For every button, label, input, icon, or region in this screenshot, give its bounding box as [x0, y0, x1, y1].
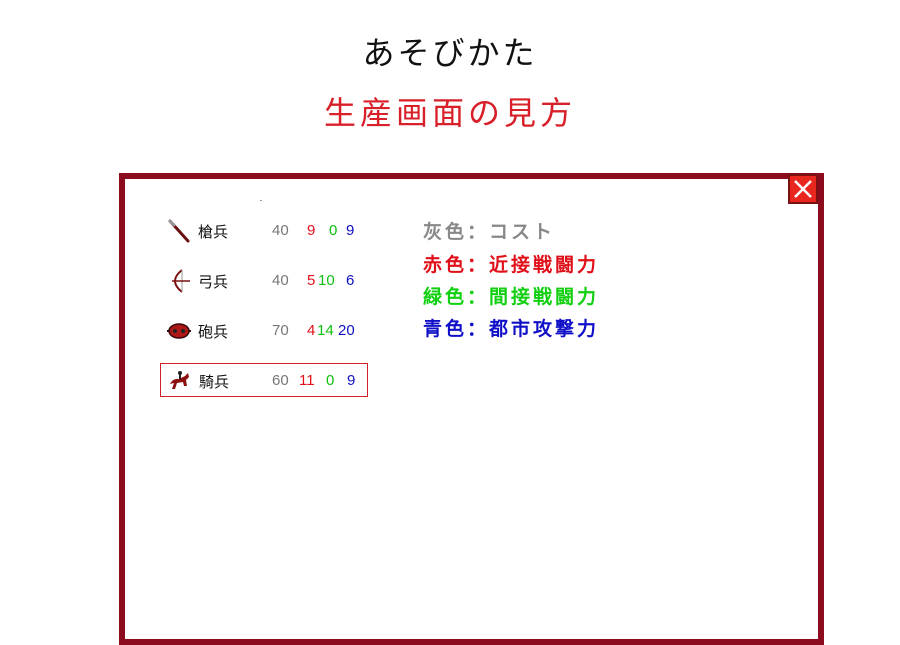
unit-row-artillery[interactable]: 砲兵 70 4 14 20	[160, 314, 368, 348]
unit-city-attack: 9	[346, 222, 355, 239]
unit-ranged-strength: 0	[329, 222, 338, 239]
unit-row-spearman[interactable]: 槍兵 40 9 0 9	[160, 214, 368, 248]
divider-dot	[260, 200, 262, 201]
page-subtitle: 生産画面の見方	[323, 94, 576, 132]
unit-name: 弓兵	[198, 273, 229, 291]
unit-melee-strength: 5	[307, 272, 316, 289]
unit-melee-strength: 9	[307, 222, 316, 239]
unit-cost: 40	[272, 222, 289, 239]
legend-melee: 赤色：近接戦闘力	[423, 254, 600, 276]
unit-name: 砲兵	[198, 323, 229, 341]
unit-city-attack: 9	[347, 372, 356, 389]
unit-melee-strength: 11	[299, 372, 315, 389]
unit-melee-strength: 4	[307, 322, 316, 339]
unit-name: 槍兵	[198, 223, 229, 241]
spear-icon	[166, 218, 192, 244]
unit-ranged-strength: 14	[317, 322, 334, 339]
unit-city-attack: 20	[338, 322, 355, 339]
unit-ranged-strength: 0	[326, 372, 335, 389]
unit-cost: 60	[272, 372, 289, 389]
legend-cost: 灰色：コスト	[423, 221, 556, 243]
bow-icon	[166, 268, 192, 294]
unit-cost: 70	[272, 322, 289, 339]
unit-cost: 40	[272, 272, 289, 289]
cannon-icon	[166, 318, 192, 344]
unit-name: 騎兵	[199, 373, 230, 391]
unit-row-cavalry[interactable]: 騎兵 60 11 0 9	[160, 363, 368, 397]
close-button[interactable]	[788, 174, 818, 204]
unit-ranged-strength: 10	[318, 272, 335, 289]
legend-ranged: 緑色：間接戦闘力	[423, 286, 600, 308]
unit-city-attack: 6	[346, 272, 355, 289]
legend-city-attack: 青色：都市攻撃力	[423, 318, 600, 340]
page-title: あそびかた	[362, 34, 538, 72]
unit-row-archer[interactable]: 弓兵 40 5 10 6	[160, 264, 368, 298]
close-icon	[794, 180, 812, 198]
horse-rider-icon	[167, 368, 193, 394]
